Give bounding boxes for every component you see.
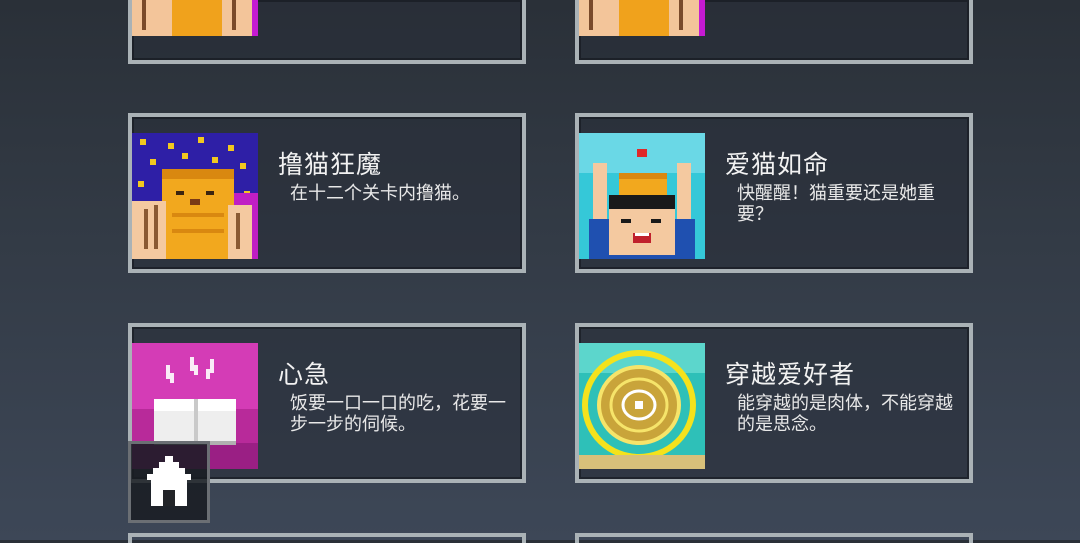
- home-button[interactable]: [128, 441, 210, 523]
- cat-petting-icon: [579, 0, 705, 36]
- portal-icon: [579, 343, 705, 469]
- achievement-title: 心急: [278, 360, 331, 389]
- achievement-card[interactable]: 撸猫狂魔 在十二个关卡内撸猫。: [128, 113, 526, 273]
- achievement-description: 快醒醒！猫重要还是她重要？: [737, 183, 935, 225]
- achievement-title: 穿越爱好者: [725, 360, 856, 389]
- achievement-card[interactable]: [128, 0, 526, 64]
- achievement-title: 撸猫狂魔: [278, 150, 383, 179]
- achievement-card[interactable]: [128, 533, 526, 543]
- cat-on-head-icon: [579, 133, 705, 259]
- achievement-title: 爱猫如命: [725, 150, 830, 179]
- cat-petting-icon: [132, 0, 258, 36]
- achievement-description: 饭要一口一口的吃，花要一步一步的伺候。: [290, 393, 506, 435]
- home-icon: [147, 456, 191, 506]
- cat-petting-icon: [132, 133, 258, 259]
- achievement-card[interactable]: [575, 0, 973, 64]
- achievement-description: 能穿越的是肉体，不能穿越的是思念。: [737, 393, 953, 435]
- achievement-card[interactable]: 爱猫如命 快醒醒！猫重要还是她重要？: [575, 113, 973, 273]
- achievement-description: 在十二个关卡内撸猫。: [290, 183, 470, 204]
- achievement-card[interactable]: 穿越爱好者 能穿越的是肉体，不能穿越的是思念。: [575, 323, 973, 483]
- achievement-card[interactable]: [575, 533, 973, 543]
